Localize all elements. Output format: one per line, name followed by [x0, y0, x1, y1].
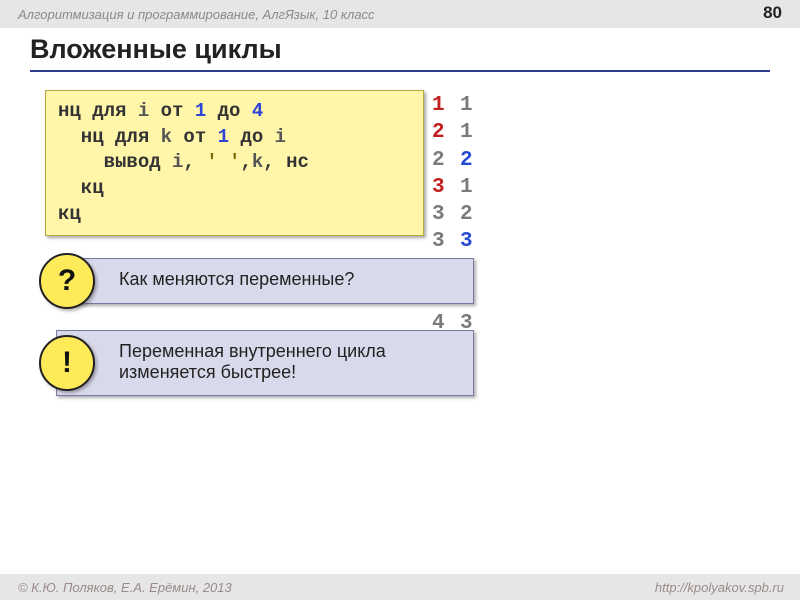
page-number: 80 [763, 3, 782, 23]
slide-title: Вложенные циклы [30, 34, 282, 65]
slide-header: Алгоритмизация и программирование, АлгЯз… [0, 0, 800, 28]
exclaim-badge-icon: ! [39, 335, 95, 391]
question-text: Как меняются переменные? [119, 269, 354, 289]
exclaim-callout: ! Переменная внутреннего цикла изменяетс… [56, 330, 474, 396]
title-divider [30, 70, 770, 72]
course-label: Алгоритмизация и программирование, АлгЯз… [18, 7, 375, 22]
code-block: нц для i от 1 до 4 нц для k от 1 до i вы… [45, 90, 424, 236]
trace-row: 3 3 [432, 228, 473, 255]
footer-url: http://kpolyakov.spb.ru [655, 580, 784, 595]
trace-row: 3 2 [432, 201, 473, 228]
question-callout: ? Как меняются переменные? [56, 258, 474, 304]
trace-row: 3 1 [432, 174, 473, 201]
trace-row: 1 1 [432, 92, 473, 119]
trace-row: 2 2 [432, 147, 473, 174]
trace-row: 2 1 [432, 119, 473, 146]
output-trace: 1 12 12 23 13 23 34 14 24 34 4 [432, 92, 473, 365]
exclaim-text: Переменная внутреннего цикла изменяется … [119, 341, 386, 382]
slide-footer: © К.Ю. Поляков, Е.А. Ерёмин, 2013 http:/… [0, 574, 800, 600]
footer-authors: © К.Ю. Поляков, Е.А. Ерёмин, 2013 [18, 580, 232, 595]
question-badge-icon: ? [39, 253, 95, 309]
